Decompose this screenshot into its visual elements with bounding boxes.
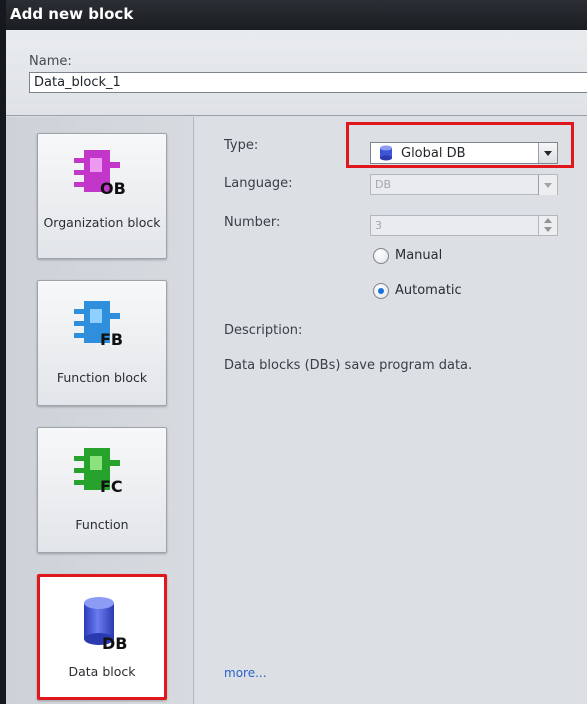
language-label: Language:: [224, 176, 293, 191]
name-label: Name:: [29, 54, 72, 69]
radio-manual-circle[interactable]: [373, 248, 389, 264]
function-block-badge: FB: [100, 330, 123, 349]
number-value: 3: [375, 219, 382, 232]
organization-block-label: Organization block: [43, 215, 161, 230]
name-section: Name:: [6, 30, 587, 116]
type-label: Type:: [224, 138, 259, 153]
organization-block-button[interactable]: OB Organization block: [37, 133, 167, 259]
data-block-label: Data block: [68, 664, 136, 679]
function-button[interactable]: FC Function: [37, 427, 167, 553]
type-select-value: Global DB: [401, 146, 466, 161]
function-block-label: Function block: [56, 370, 148, 385]
dialog-title: Add new block: [10, 5, 134, 23]
type-select[interactable]: Global DB: [370, 142, 558, 164]
organization-block-badge: OB: [100, 179, 126, 198]
description-text: Data blocks (DBs) save program data.: [224, 358, 473, 373]
add-new-block-dialog: Add new block Name: OB Organization bloc…: [0, 0, 587, 704]
function-label: Function: [75, 517, 129, 532]
description-label: Description:: [224, 323, 303, 338]
function-block-button[interactable]: FB Function block: [37, 280, 167, 406]
radio-automatic-label: Automatic: [395, 283, 462, 298]
radio-automatic-circle[interactable]: [373, 283, 389, 299]
data-block-button[interactable]: DB Data block: [37, 574, 167, 700]
block-properties-panel: Type: Global DB Language: DB Number: 3 M…: [195, 117, 587, 704]
function-icon: FC: [74, 448, 123, 496]
name-input[interactable]: [29, 72, 587, 93]
dialog-title-bar[interactable]: Add new block: [6, 0, 587, 30]
database-icon: DB: [84, 597, 127, 651]
global-db-icon: [380, 145, 392, 161]
function-block-icon: FB: [74, 301, 123, 349]
organization-block-icon: OB: [74, 150, 126, 198]
block-type-list: OB Organization block FB Function block: [6, 117, 194, 704]
radio-manual-label: Manual: [395, 248, 443, 263]
chevron-down-icon: [538, 175, 557, 195]
number-label: Number:: [224, 215, 281, 230]
spinner-icon: [538, 216, 557, 235]
number-stepper: 3: [370, 215, 558, 236]
chevron-down-icon[interactable]: [538, 143, 557, 163]
function-badge: FC: [100, 477, 123, 496]
data-block-badge: DB: [102, 634, 127, 651]
language-select: DB: [370, 174, 558, 195]
language-select-value: DB: [375, 178, 392, 191]
more-link[interactable]: more...: [224, 666, 267, 680]
